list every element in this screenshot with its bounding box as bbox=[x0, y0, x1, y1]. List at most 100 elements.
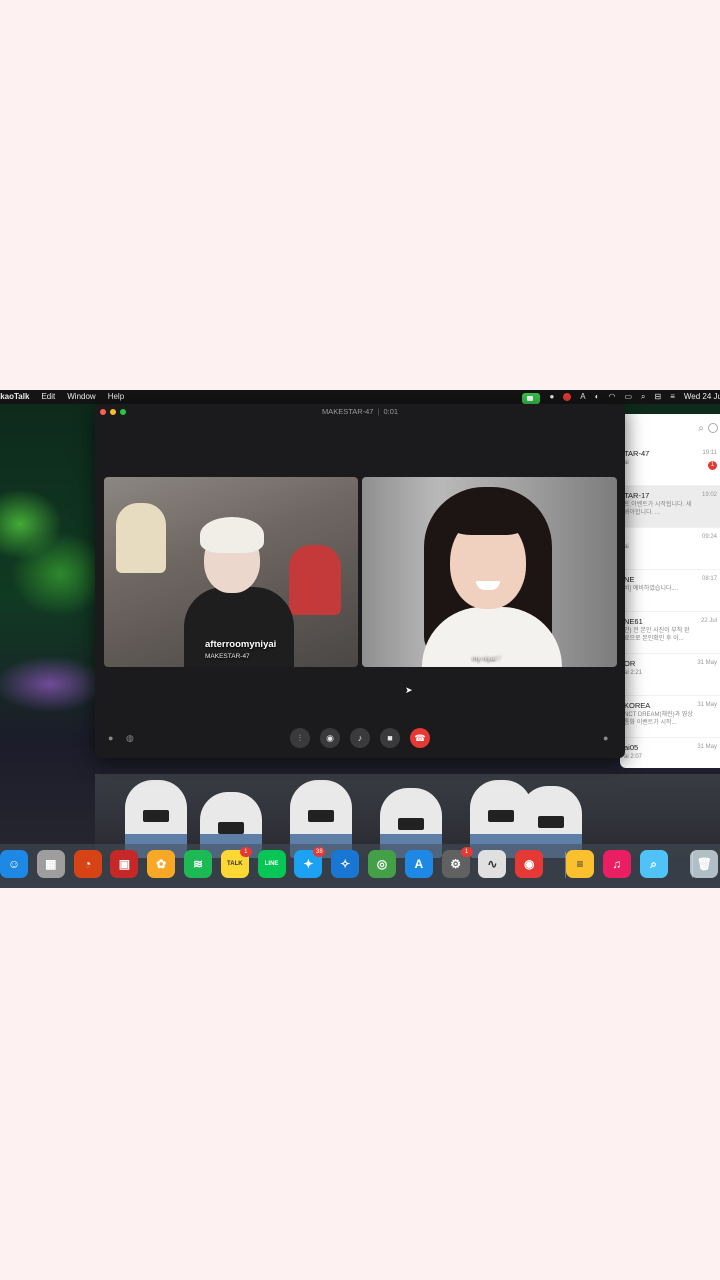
search-icon[interactable]: ⌕ bbox=[641, 390, 645, 404]
chat-list-item[interactable]: KOREA NCT DREAM(채린)과 영상통화 이벤트가 시작... 31 Ma… bbox=[620, 696, 720, 738]
menu-item-edit[interactable]: Edit bbox=[41, 390, 55, 404]
app-store-icon: A bbox=[414, 857, 424, 871]
dock-app-kakaotalk[interactable]: TALK 1 bbox=[220, 847, 252, 878]
end-call-button[interactable]: ☎ bbox=[410, 728, 430, 748]
participants-icon[interactable]: ● bbox=[603, 733, 608, 743]
dock-app-find-my[interactable]: ◎ bbox=[368, 850, 396, 878]
chat-preview: 트 이벤트가 시작됩니다. 세 봐야합니다. ... bbox=[624, 502, 692, 516]
video-figure bbox=[200, 517, 264, 553]
dock-app-preview[interactable]: ⌕ bbox=[639, 850, 668, 878]
dock-app-trash[interactable]: 🗑 bbox=[690, 850, 719, 878]
dock-app-launchpad[interactable]: ▦ bbox=[36, 850, 65, 878]
video-tile-remote[interactable]: afterroomyniyai MAKESTAR-47 bbox=[104, 477, 358, 667]
chat-preview: ai 2:07 bbox=[624, 754, 643, 760]
audio-waveform-button[interactable]: ⫶ bbox=[290, 728, 310, 748]
preview-icon: ⌕ bbox=[650, 856, 657, 871]
record-icon[interactable]: ● bbox=[549, 390, 554, 404]
notes-icon: ≡ bbox=[576, 857, 584, 871]
dock-app-freeform[interactable]: ∿ bbox=[478, 850, 507, 878]
camera-toggle-button[interactable]: ■ bbox=[380, 728, 400, 748]
chat-list-item[interactable]: NE 비] 예비하였습니다.... 08:17 bbox=[620, 570, 720, 612]
chat-name: NE bbox=[624, 575, 635, 584]
chat-name: NE61 bbox=[624, 617, 643, 626]
dock-app-photo-booth[interactable]: ▣ bbox=[110, 850, 139, 878]
dock-app-spotify[interactable]: ≋ bbox=[184, 850, 212, 878]
call-duration: 0:01 bbox=[383, 407, 399, 416]
chat-bubble-icon[interactable]: ● bbox=[108, 733, 113, 743]
chat-list-item[interactable]: ai 09:24 bbox=[620, 528, 720, 570]
menu-app-name[interactable]: KakaoTalk bbox=[0, 390, 29, 404]
camera-in-use-icon[interactable] bbox=[522, 392, 541, 404]
dock-app-notes[interactable]: ≡ bbox=[566, 850, 594, 878]
chat-name: KOREA bbox=[624, 701, 651, 710]
chat-preview: ai 2:21 bbox=[624, 670, 643, 676]
dock-app-music[interactable]: ♫ bbox=[602, 850, 631, 878]
siri-icon[interactable]: ◐ bbox=[595, 390, 600, 404]
chat-time: 31 May bbox=[697, 660, 717, 666]
chat-time: 08:17 bbox=[701, 576, 717, 582]
chat-list-item[interactable]: OR ai 2:21 31 May bbox=[620, 654, 720, 696]
battery-icon[interactable]: ▭ bbox=[624, 390, 632, 404]
dock-separator bbox=[565, 852, 566, 878]
twitter-icon: ✦ bbox=[303, 857, 314, 871]
video-overlay-handle: afterroomyniyai bbox=[205, 639, 277, 650]
chat-list-item[interactable]: TAR-17 트 이벤트가 시작됩니다. 세 봐야합니다. ... 19:02 bbox=[620, 486, 720, 528]
menu-item-help[interactable]: Help bbox=[108, 390, 124, 404]
video-figure bbox=[446, 491, 530, 535]
dock-app-line[interactable]: LINE bbox=[257, 850, 286, 878]
wifi-icon[interactable]: ◠ bbox=[608, 390, 615, 404]
photo-booth-icon: ▣ bbox=[118, 857, 131, 871]
video-tile-caption: MAKESTAR-47 bbox=[205, 653, 250, 660]
finder-icon: ☺ bbox=[7, 857, 21, 871]
new-chat-icon[interactable] bbox=[708, 423, 718, 433]
microphone-button[interactable]: ♪ bbox=[350, 728, 370, 748]
notification-icon[interactable]: ≡ bbox=[670, 390, 675, 404]
input-source-icon[interactable]: A bbox=[580, 390, 585, 404]
chrome-icon: ◉ bbox=[523, 857, 535, 871]
launchpad-icon: ▦ bbox=[45, 857, 57, 871]
dock-app-system-preferences[interactable]: ⚙ 1 bbox=[441, 847, 473, 878]
video-figure bbox=[116, 503, 166, 573]
chat-time: 22 Jul bbox=[700, 618, 717, 624]
find-my-icon: ◎ bbox=[376, 857, 388, 871]
menu-item-window[interactable]: Window bbox=[67, 390, 95, 404]
chat-list-item[interactable]: TAR-47 ai 19:11 1 bbox=[620, 444, 720, 486]
dock-app-backup[interactable]: ◔ bbox=[73, 850, 102, 878]
effects-icon[interactable]: ◍ bbox=[126, 733, 134, 744]
desktop-screen: KakaoTalk Edit Window Help ● A ◐ ◠ ▭ ⌕ ⊟… bbox=[0, 390, 720, 888]
search-icon[interactable]: ⌕ bbox=[698, 423, 704, 434]
chat-list-item[interactable]: ai05 ai 2:07 31 May bbox=[620, 738, 720, 768]
video-tile-self[interactable]: my niyai♡ bbox=[362, 477, 617, 667]
system-preferences-icon: ⚙ bbox=[450, 857, 461, 871]
dock-app-twitter[interactable]: ✦ 38 bbox=[294, 847, 326, 878]
chat-preview: 비] 예비하였습니다.... bbox=[624, 586, 679, 592]
video-tile-caption: my niyai♡ bbox=[472, 655, 502, 662]
chat-list-header: ⌕ bbox=[620, 414, 720, 444]
chat-name: TAR-17 bbox=[624, 491, 650, 500]
chat-time: 19:11 bbox=[702, 450, 717, 456]
chat-name: OR bbox=[624, 659, 636, 668]
chat-list-item[interactable]: NE61 안) 전 본인 사진이 부착 완료으로 본인확인 후 이... 22 Ju… bbox=[620, 612, 720, 654]
dock-app-chrome[interactable]: ◉ bbox=[515, 850, 544, 878]
freeform-icon: ∿ bbox=[487, 857, 498, 871]
dock-app-app-store[interactable]: A bbox=[404, 850, 433, 878]
line-icon: LINE bbox=[264, 861, 279, 867]
menu-clock[interactable]: Wed 24 Ju bbox=[684, 390, 720, 404]
safari-icon: ✧ bbox=[340, 857, 351, 871]
chat-time: 31 May bbox=[697, 744, 717, 750]
menu-bar: KakaoTalk Edit Window Help ● A ◐ ◠ ▭ ⌕ ⊟… bbox=[0, 390, 720, 404]
status-icon[interactable] bbox=[563, 393, 572, 401]
chat-preview: NCT DREAM(채린)과 영상통화 이벤트가 시작... bbox=[624, 712, 693, 726]
dock-app-safari[interactable]: ✧ bbox=[331, 850, 360, 878]
screen-share-button[interactable]: ◉ bbox=[320, 728, 340, 748]
dock: ☺ ▦ ◔ ▣ ✿ ≋ TALK 1 LINE ✦ 38 ✧ ◎ A ⚙ 1 ∿ ◉ ≡ ♫ ⌕ 🗑 bbox=[0, 844, 720, 888]
control-center-icon[interactable]: ⊟ bbox=[655, 390, 662, 404]
kakaotalk-icon: TALK bbox=[227, 861, 243, 867]
chat-preview: 안) 전 본인 사진이 부착 완료으로 본인확인 후 이... bbox=[624, 628, 690, 642]
dock-app-finder[interactable]: ☺ bbox=[0, 850, 28, 878]
chat-time: 19:02 bbox=[701, 492, 717, 498]
video-figure bbox=[289, 545, 341, 615]
dock-app-photos[interactable]: ✿ bbox=[147, 850, 176, 878]
dock-badge: 1 bbox=[460, 847, 473, 857]
chat-rows: TAR-47 ai 19:11 1 TAR-17 트 이벤트가 시작됩니다. 세 봐야합니… bbox=[620, 444, 720, 768]
